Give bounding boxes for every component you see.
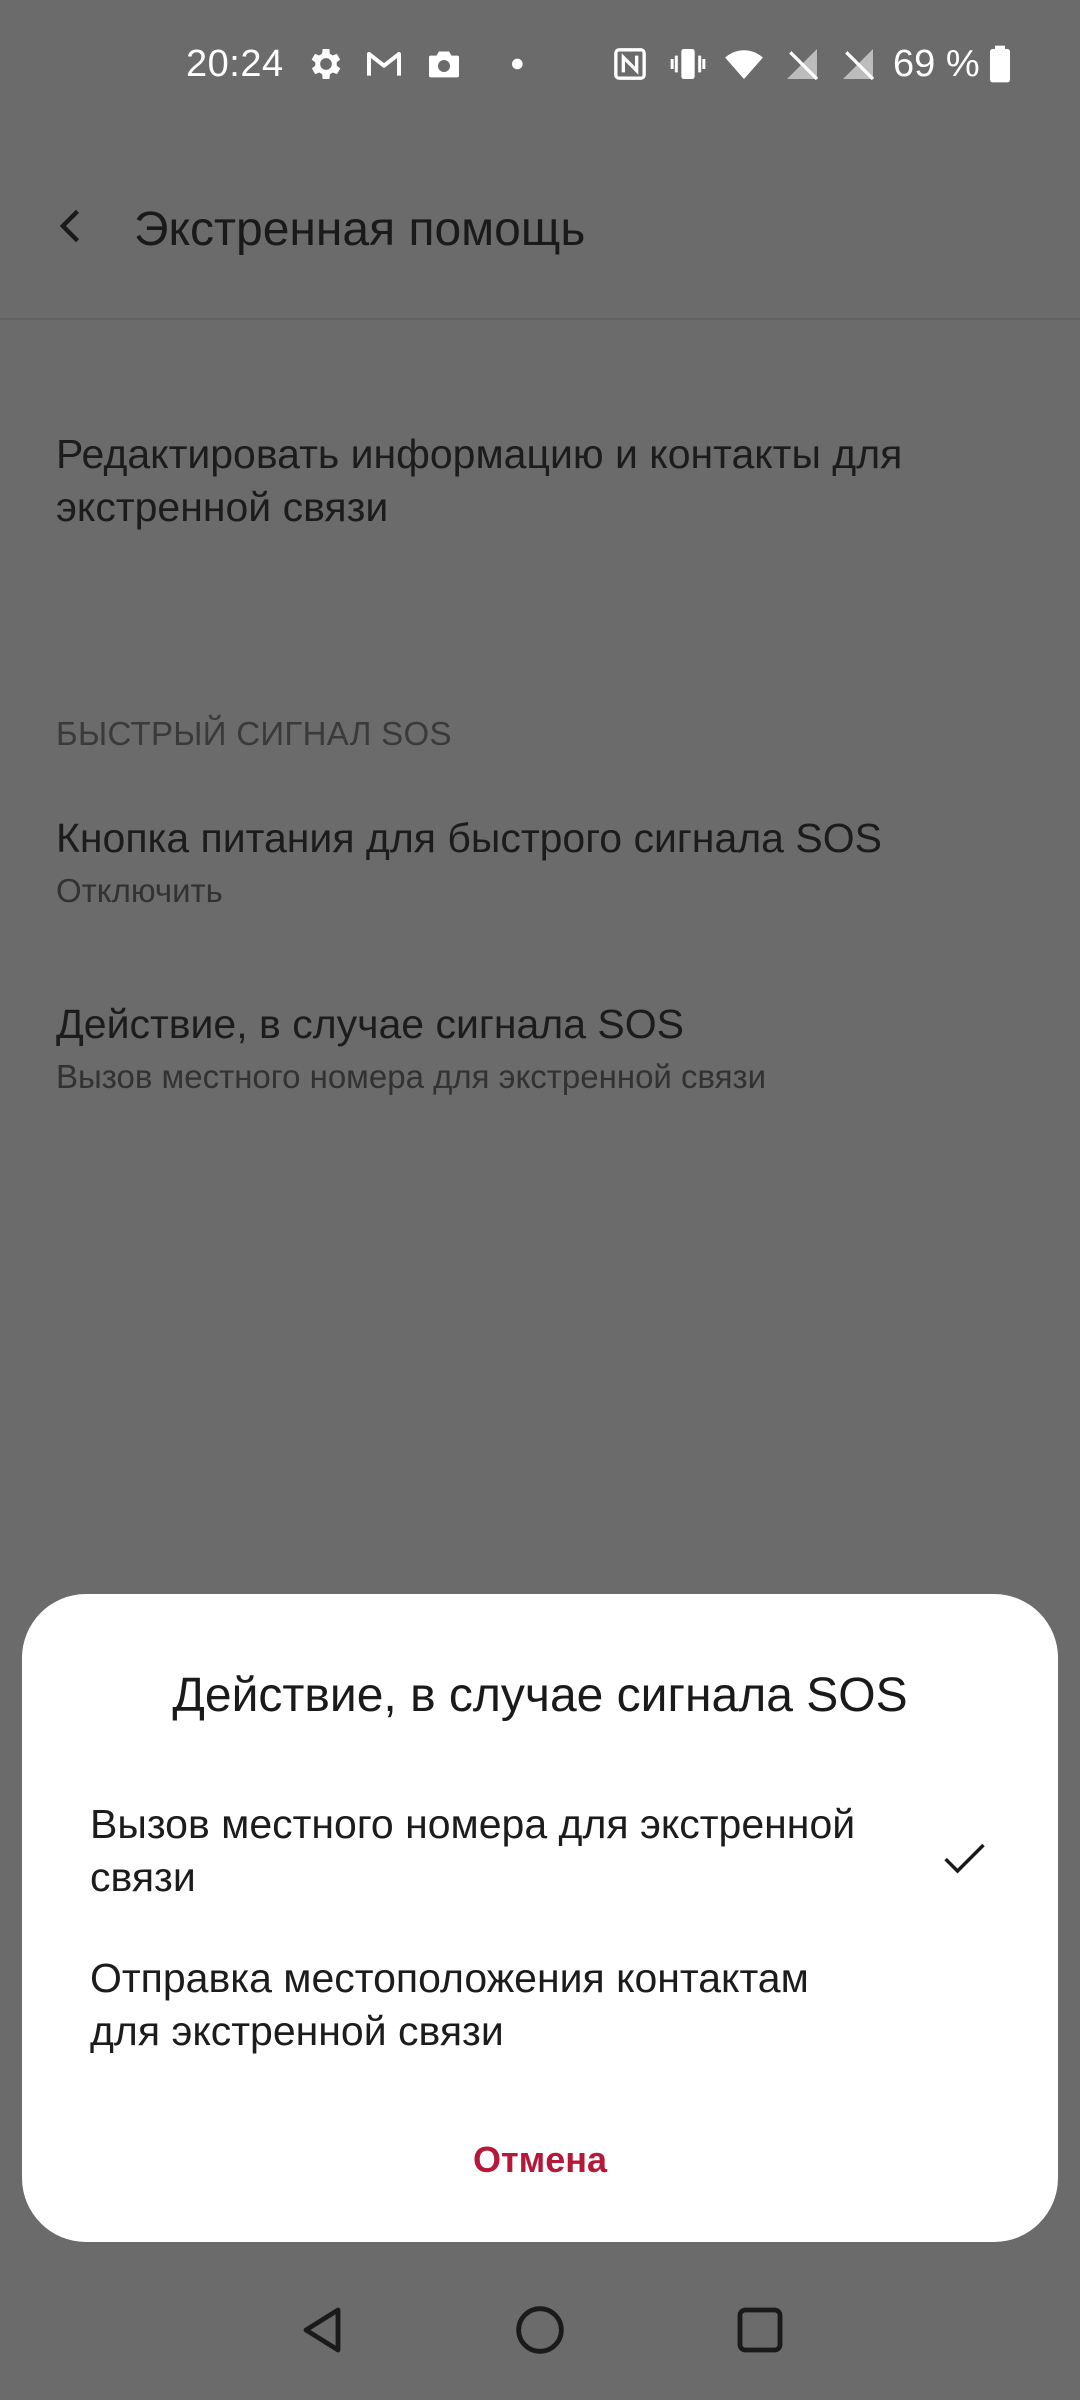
dialog-option-call-local-number[interactable]: Вызов местного номера для экстренной свя… (90, 1798, 990, 1948)
setting-title: Действие, в случае сигнала SOS (56, 1001, 684, 1047)
setting-summary: Вызов местного номера для экстренной свя… (56, 1058, 767, 1095)
gear-icon (306, 44, 346, 84)
toolbar: Экстренная помощь (0, 128, 1080, 320)
check-icon (938, 1832, 990, 1884)
nav-back-icon[interactable] (290, 2298, 354, 2362)
page-title: Экстренная помощь (134, 203, 586, 256)
status-time: 20:24 (186, 43, 284, 85)
nav-home-icon[interactable] (508, 2298, 572, 2362)
back-button[interactable] (40, 194, 104, 258)
setting-title: Кнопка питания для быстрого сигнала SOS (56, 815, 882, 861)
power-button-sos-item[interactable]: Кнопка питания для быстрого сигнала SOS … (56, 812, 1036, 913)
chevron-left-icon (59, 209, 80, 243)
dialog-title: Действие, в случае сигнала SOS (172, 1669, 908, 1722)
vibrate-icon (668, 44, 708, 84)
sos-action-item[interactable]: Действие, в случае сигнала SOS Вызов мес… (56, 998, 1036, 1099)
dot-icon (484, 44, 524, 84)
section-header-quick-sos: БЫСТРЫЙ СИГНАЛ SOS (56, 715, 452, 752)
no-sim-icon (838, 44, 878, 84)
wifi-icon (724, 44, 764, 84)
dialog-option-label: Вызов местного номера для экстренной свя… (90, 1801, 856, 1900)
dialog-option-label: Отправка местоположения контактам для эк… (90, 1955, 809, 2054)
sos-action-dialog: Действие, в случае сигнала SOS Вызов мес… (22, 1594, 1058, 2242)
cancel-button[interactable]: Отмена (440, 2124, 640, 2196)
battery-percent: 69 % (893, 43, 980, 85)
nav-recents-icon[interactable] (728, 2298, 792, 2362)
setting-summary: Отключить (56, 872, 223, 909)
nfc-icon (610, 44, 650, 84)
gmail-icon (364, 44, 404, 84)
setting-title: Редактировать информацию и контакты для … (56, 431, 903, 530)
edit-emergency-info-item[interactable]: Редактировать информацию и контакты для … (56, 428, 1036, 534)
no-sim-icon (782, 44, 822, 84)
battery-icon (980, 44, 1020, 84)
dialog-option-send-location[interactable]: Отправка местоположения контактам для эк… (90, 1952, 990, 2102)
navigation-bar (0, 2276, 1080, 2400)
status-bar: 20:24 69 % (0, 0, 1080, 128)
camera-icon (424, 44, 464, 84)
